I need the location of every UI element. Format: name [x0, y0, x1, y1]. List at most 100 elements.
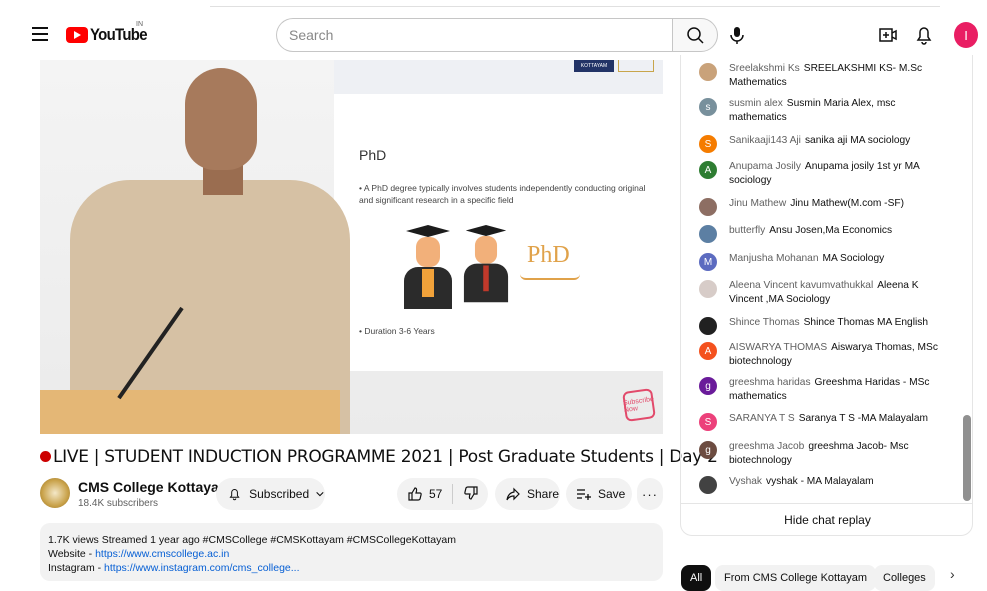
menu-icon[interactable] [32, 27, 48, 41]
chat-author-name[interactable]: butterfly [729, 225, 765, 236]
chat-author-avatar[interactable] [699, 476, 717, 494]
chat-scrollbar-thumb[interactable] [963, 415, 971, 501]
video-player[interactable]: KOTTAYAM PhD • A PhD degree typically in… [40, 60, 663, 434]
chat-message: s susmin alex Susmin Maria Alex, msc mathe… [699, 97, 949, 124]
chat-author-name[interactable]: Jinu Mathew [729, 198, 786, 209]
mic-icon[interactable] [727, 25, 747, 45]
chat-message: M Manjusha Mohanan MA Sociology [699, 252, 949, 271]
chat-author-avatar[interactable] [699, 317, 717, 335]
top-border [210, 0, 940, 7]
website-line: Website - https://www.cmscollege.ac.in [48, 547, 655, 561]
chat-author-name[interactable]: Anupama Josily [729, 161, 801, 172]
chat-message: Sreelakshmi Ks SREELAKSHMI KS- M.Sc Mathe… [699, 62, 949, 89]
chat-author-name[interactable]: Aleena Vincent kavumvathukkal [729, 280, 873, 291]
chat-message-body: Sanikaaji143 Aji sanika aji MA sociology [729, 134, 910, 153]
chat-author-name[interactable]: Shince Thomas [729, 317, 800, 328]
chat-author-avatar[interactable]: g [699, 377, 717, 395]
filter-chip[interactable]: All [681, 565, 712, 591]
chat-message: A AISWARYA THOMAS Aiswarya Thomas, MSc bio… [699, 341, 949, 368]
chat-author-name[interactable]: Manjusha Mohanan [729, 253, 818, 264]
chat-author-avatar[interactable]: S [699, 135, 717, 153]
chat-author-avatar[interactable] [699, 198, 717, 216]
logo-wordmark: YouTube [90, 25, 148, 44]
chat-message-body: Anupama Josily Anupama josily 1st yr MA s… [729, 160, 949, 187]
live-dot-icon [40, 451, 51, 462]
search-button[interactable] [672, 18, 718, 52]
podium [40, 390, 340, 434]
description-box[interactable]: 1.7K views Streamed 1 year ago #CMSColle… [40, 523, 663, 581]
chat-author-name[interactable]: greeshma haridas [729, 377, 811, 388]
channel-name[interactable]: CMS College Kottayam [78, 479, 231, 495]
live-chat-panel: Sreelakshmi Ks SREELAKSHMI KS- M.Sc Mathe… [680, 55, 973, 536]
chat-message: Aleena Vincent kavumvathukkal Aleena K Vi… [699, 279, 949, 306]
like-dislike-group: 57 [397, 478, 488, 510]
chat-message-text: Ansu Josen,Ma Economics [769, 225, 893, 236]
college-emblem [618, 60, 654, 72]
like-divider [452, 484, 454, 504]
chat-author-avatar[interactable] [699, 63, 717, 81]
chat-message-text: MA Sociology [822, 253, 885, 264]
more-actions-button[interactable]: ··· [637, 478, 663, 510]
bell-icon[interactable] [915, 25, 933, 45]
video-title-text: LIVE | STUDENT INDUCTION PROGRAMME 2021 … [53, 447, 718, 467]
website-link[interactable]: https://www.cmscollege.ac.in [95, 548, 229, 560]
chat-message-body: Manjusha Mohanan MA Sociology [729, 252, 884, 271]
chat-author-avatar[interactable]: s [699, 98, 717, 116]
chat-author-name[interactable]: susmin alex [729, 98, 783, 109]
chat-message-list[interactable]: Sreelakshmi Ks SREELAKSHMI KS- M.Sc Mathe… [681, 55, 961, 503]
subscribe-badge: Subscribe Now [622, 388, 656, 422]
chat-message: g greeshma haridas Greeshma Haridas - MSc … [699, 376, 949, 403]
chat-message-text: Jinu Mathew(M.com -SF) [790, 198, 904, 209]
chat-author-avatar[interactable] [699, 225, 717, 243]
chat-message-body: Aleena Vincent kavumvathukkal Aleena K Vi… [729, 279, 949, 306]
search-icon [687, 27, 704, 44]
filter-chip[interactable]: From CMS College Kottayam [715, 565, 877, 591]
chat-message-body: Sreelakshmi Ks SREELAKSHMI KS- M.Sc Mathe… [729, 62, 949, 89]
chat-message-text: vyshak - MA Malayalam [766, 476, 874, 487]
dislike-button[interactable] [463, 485, 479, 504]
slide-duration: • Duration 3-6 Years [359, 326, 435, 336]
filter-chip[interactable]: Colleges [874, 565, 935, 591]
chat-message: Vyshak vyshak - MA Malayalam [699, 475, 949, 494]
chat-message: S Sanikaaji143 Aji sanika aji MA sociology [699, 134, 949, 153]
slide-bullet: • A PhD degree typically involves studen… [359, 183, 646, 205]
subscribed-button[interactable]: Subscribed [216, 478, 325, 510]
search-input[interactable]: Search [276, 18, 672, 52]
chat-message-text: Shince Thomas MA English [803, 317, 928, 328]
instagram-line: Instagram - https://www.instagram.com/cm… [48, 561, 655, 575]
chat-author-avatar[interactable]: S [699, 413, 717, 431]
share-label: Share [527, 487, 560, 501]
chat-author-name[interactable]: greeshma Jacob [729, 441, 804, 452]
chat-author-name[interactable]: Vyshak [729, 476, 762, 487]
save-button[interactable]: Save [566, 478, 632, 510]
chat-author-name[interactable]: AISWARYA THOMAS [729, 342, 827, 353]
chat-author-avatar[interactable]: A [699, 342, 717, 360]
like-button[interactable]: 57 [397, 486, 442, 502]
masthead: YouTube IN Search I [0, 12, 987, 60]
chat-author-avatar[interactable]: M [699, 253, 717, 271]
thumbs-up-icon [408, 487, 422, 501]
chat-author-name[interactable]: Sreelakshmi Ks [729, 63, 800, 74]
thumbs-down-icon [464, 485, 478, 500]
chevron-right-icon[interactable]: › [950, 566, 955, 582]
subscriber-count: 18.4K subscribers [78, 498, 159, 509]
account-avatar[interactable]: I [954, 22, 978, 48]
chat-message: S SARANYA T S Saranya T S -MA Malayalam [699, 412, 949, 431]
chat-author-avatar[interactable] [699, 280, 717, 298]
chat-author-name[interactable]: SARANYA T S [729, 413, 795, 424]
youtube-logo[interactable]: YouTube IN [66, 21, 155, 46]
chat-message: Jinu Mathew Jinu Mathew(M.com -SF) [699, 197, 949, 216]
website-label: Website - [48, 548, 96, 560]
slide-title: PhD [359, 147, 387, 163]
graduate-male-icon [462, 225, 510, 303]
chat-author-name[interactable]: Sanikaaji143 Aji [729, 135, 801, 146]
graduate-female-icon [402, 225, 454, 309]
hide-chat-replay-button[interactable]: Hide chat replay [681, 503, 972, 535]
instagram-link[interactable]: https://www.instagram.com/cms_college... [104, 562, 300, 574]
chat-author-avatar[interactable]: A [699, 161, 717, 179]
create-icon[interactable] [879, 27, 897, 43]
chat-message-text: Saranya T S -MA Malayalam [798, 413, 928, 424]
channel-avatar[interactable] [40, 478, 70, 508]
chat-author-avatar[interactable]: g [699, 441, 717, 459]
share-button[interactable]: Share [495, 478, 560, 510]
